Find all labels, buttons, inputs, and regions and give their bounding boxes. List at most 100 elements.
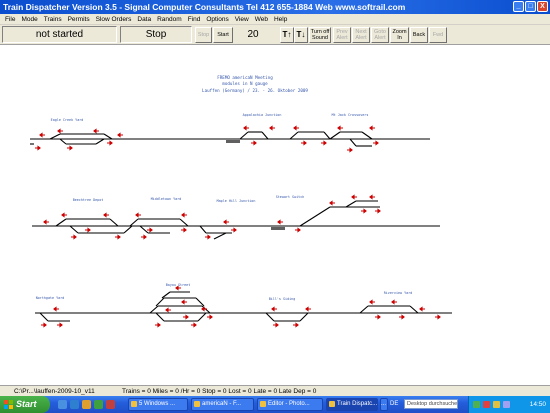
signal-marker[interactable] (181, 299, 187, 305)
menu-permits[interactable]: Permits (65, 14, 93, 24)
signal-marker[interactable] (117, 132, 123, 138)
signal-marker[interactable] (293, 322, 299, 328)
signal-marker[interactable] (205, 234, 211, 240)
minimize-button[interactable]: _ (513, 1, 524, 12)
title-bar[interactable]: Train Dispatcher Version 3.5 - Signal Co… (0, 0, 550, 14)
back-button[interactable]: Back (410, 27, 428, 43)
signal-marker[interactable] (43, 219, 49, 225)
signal-marker[interactable] (435, 314, 441, 320)
quicklaunch-folder-icon[interactable] (82, 400, 91, 409)
menu-slow-orders[interactable]: Slow Orders (93, 14, 135, 24)
signal-marker[interactable] (135, 212, 141, 218)
signal-marker[interactable] (181, 212, 187, 218)
signal-marker[interactable] (57, 322, 63, 328)
signal-marker[interactable] (329, 200, 335, 206)
signal-marker[interactable] (141, 234, 147, 240)
menu-file[interactable]: File (2, 14, 18, 24)
quicklaunch-desktop-icon[interactable] (58, 400, 67, 409)
menu-help[interactable]: Help (271, 14, 290, 24)
signal-marker[interactable] (305, 306, 311, 312)
speed-down-button[interactable]: T↓ (294, 27, 308, 43)
signal-marker[interactable] (273, 322, 279, 328)
signal-marker[interactable] (165, 307, 171, 313)
signal-marker[interactable] (351, 194, 357, 200)
signal-marker[interactable] (399, 314, 405, 320)
tray-security-icon[interactable] (483, 401, 490, 408)
quicklaunch-media-icon[interactable] (94, 400, 103, 409)
zoom-in-button[interactable]: Zoom In (390, 27, 409, 43)
signal-marker[interactable] (391, 299, 397, 305)
signal-marker[interactable] (155, 322, 161, 328)
prev-alert-button[interactable]: Prev Alert (333, 27, 351, 43)
signal-marker[interactable] (53, 306, 59, 312)
taskbar-task-more[interactable]: ... (380, 398, 388, 411)
signal-marker[interactable] (301, 140, 307, 146)
signal-marker[interactable] (369, 194, 375, 200)
quicklaunch-app-icon[interactable] (106, 400, 115, 409)
tray-network-icon[interactable] (473, 401, 480, 408)
taskbar-task-train-dispatcher[interactable]: Train Dispatc... (326, 398, 378, 411)
signal-marker[interactable] (375, 208, 381, 214)
fwd-button[interactable]: Fwd (429, 27, 447, 43)
quicklaunch-browser-icon[interactable] (70, 400, 79, 409)
menu-mode[interactable]: Mode (18, 14, 40, 24)
tray-volume-icon[interactable] (493, 401, 500, 408)
signal-marker[interactable] (183, 314, 189, 320)
signal-marker[interactable] (71, 234, 77, 240)
signal-marker[interactable] (251, 140, 257, 146)
speed-up-button[interactable]: T↑ (280, 27, 294, 43)
signal-marker[interactable] (347, 147, 353, 153)
menu-view[interactable]: View (232, 14, 252, 24)
signal-marker[interactable] (375, 314, 381, 320)
tray-app-icon[interactable] (503, 401, 510, 408)
menu-data[interactable]: Data (134, 14, 154, 24)
start-menu-button[interactable]: Start (0, 396, 50, 413)
signal-marker[interactable] (337, 125, 343, 131)
signal-marker[interactable] (369, 125, 375, 131)
menu-trains[interactable]: Trains (41, 14, 65, 24)
signal-marker[interactable] (373, 140, 379, 146)
signal-marker[interactable] (243, 125, 249, 131)
maximize-button[interactable]: □ (525, 1, 536, 12)
signal-marker[interactable] (103, 212, 109, 218)
signal-marker[interactable] (85, 227, 91, 233)
stop-button[interactable]: Stop (195, 27, 212, 43)
taskbar-task-windows[interactable]: 5 Windows ... (128, 398, 188, 411)
close-button[interactable]: X (537, 1, 548, 12)
signal-marker[interactable] (277, 219, 283, 225)
signal-marker[interactable] (181, 227, 187, 233)
signal-marker[interactable] (67, 145, 73, 151)
signal-marker[interactable] (35, 145, 41, 151)
signal-marker[interactable] (269, 125, 275, 131)
desktop-search-input[interactable]: Desktop durchsuchen (404, 399, 458, 409)
menu-web[interactable]: Web (252, 14, 271, 24)
signal-marker[interactable] (57, 128, 63, 134)
signal-marker[interactable] (295, 227, 301, 233)
signal-marker[interactable] (191, 322, 197, 328)
track-diagram-svg[interactable]: FREMO americaN Meeting modules in N gaug… (0, 46, 550, 385)
track-diagram[interactable]: FREMO americaN Meeting modules in N gaug… (0, 46, 550, 385)
signal-marker[interactable] (419, 306, 425, 312)
signal-marker[interactable] (41, 322, 47, 328)
signal-marker[interactable] (369, 299, 375, 305)
signal-marker[interactable] (147, 227, 153, 233)
taskbar-task-american[interactable]: americaN - F... (191, 398, 254, 411)
taskbar-task-editor[interactable]: Editor - Photo... (257, 398, 323, 411)
menu-random[interactable]: Random (154, 14, 185, 24)
menu-options[interactable]: Options (203, 14, 231, 24)
signal-marker[interactable] (39, 132, 45, 138)
signal-marker[interactable] (115, 234, 121, 240)
goto-alert-button[interactable]: Goto Alert (371, 27, 389, 43)
signal-marker[interactable] (271, 306, 277, 312)
menu-find[interactable]: Find (185, 14, 204, 24)
start-button[interactable]: Start (213, 27, 233, 43)
signal-marker[interactable] (321, 140, 327, 146)
signal-marker[interactable] (93, 128, 99, 134)
language-indicator[interactable]: DE (390, 399, 398, 410)
turn-off-sound-button[interactable]: Turn off Sound (309, 27, 331, 43)
signal-marker[interactable] (231, 227, 237, 233)
signal-marker[interactable] (223, 219, 229, 225)
signal-marker[interactable] (293, 125, 299, 131)
next-alert-button[interactable]: Next Alert (352, 27, 370, 43)
signal-marker[interactable] (107, 140, 113, 146)
